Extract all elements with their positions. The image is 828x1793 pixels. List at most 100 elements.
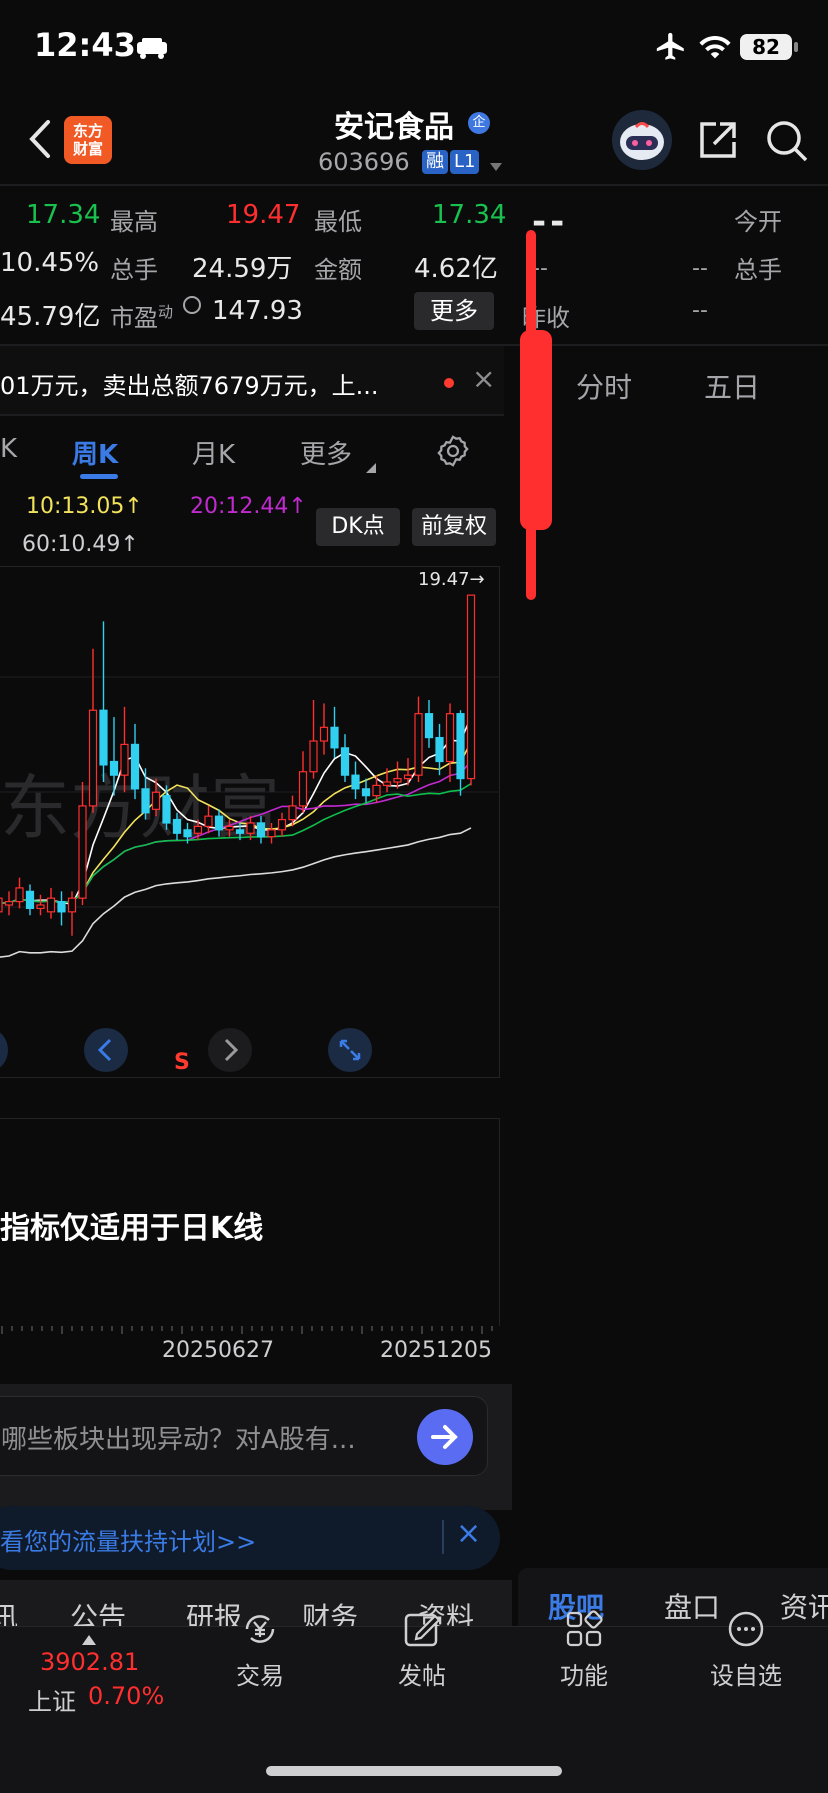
nav-trade[interactable]: 交易	[200, 1608, 320, 1691]
intraday-bar-body	[520, 330, 552, 530]
app-logo[interactable]: 东方 财富	[64, 116, 112, 164]
quote-high-label: 最高	[110, 208, 158, 236]
triangle-icon	[366, 458, 376, 477]
send-button[interactable]	[417, 1409, 473, 1465]
candle-body	[67, 897, 77, 913]
ticker-text: 01万元，卖出总额7679万元，上...	[0, 372, 379, 400]
index-up-caret	[82, 1630, 96, 1649]
tab-month-k[interactable]: 月K	[192, 434, 235, 471]
tab-intraday[interactable]: 分时	[576, 366, 632, 406]
ma60-label: 60:10.49↑	[22, 532, 139, 557]
candle-body	[466, 594, 476, 780]
promo-divider	[442, 1520, 444, 1554]
quote-low-label: 最低	[314, 208, 362, 236]
level-tag: L1	[450, 150, 480, 174]
yuan-icon	[239, 1608, 281, 1650]
price-adjust-button[interactable]: 前复权	[412, 508, 496, 546]
candle-body	[298, 771, 308, 807]
quote-mktcap-value: 45.79亿	[0, 302, 101, 332]
airplane-icon	[654, 30, 688, 64]
nav-post-label: 发帖	[398, 1662, 446, 1690]
ai-search-placeholder: 哪些板块出现异动？对A股有...	[1, 1425, 356, 1455]
search-icon[interactable]	[764, 118, 810, 164]
candle-body	[309, 740, 318, 773]
tab-week-k[interactable]: 周K	[72, 434, 118, 471]
candle-body	[120, 743, 129, 776]
candle-body	[141, 788, 150, 814]
index-widget[interactable]: 3902.81 上证 0.70%	[0, 1626, 200, 1736]
share-icon[interactable]	[696, 118, 740, 162]
battery-level: 82	[752, 35, 780, 59]
unread-dot	[444, 378, 454, 388]
right-dash-2: --	[692, 256, 708, 281]
quote-pe-value: 147.93	[212, 296, 303, 326]
candle-body	[382, 781, 392, 787]
candle-body	[256, 822, 266, 838]
edit-icon	[401, 1608, 443, 1650]
home-indicator	[266, 1766, 562, 1776]
more-button[interactable]: 更多	[414, 292, 494, 330]
candle-body	[330, 726, 339, 749]
candle-body	[340, 747, 350, 776]
chat-icon	[725, 1608, 767, 1650]
tab-k-partial[interactable]: K	[0, 434, 17, 464]
index-change: 0.70%	[88, 1682, 165, 1710]
candle-body	[0, 897, 3, 913]
wifi-icon	[698, 32, 732, 62]
candle-body	[172, 818, 182, 834]
candle-body	[235, 829, 245, 834]
promo-bar[interactable]: 看您的流量扶持计划>> ×	[0, 1506, 500, 1570]
car-icon	[134, 36, 170, 60]
nav-functions-label: 功能	[560, 1662, 608, 1690]
tab-more[interactable]: 更多	[300, 434, 352, 471]
candle-body	[424, 713, 434, 739]
info-icon[interactable]	[183, 296, 201, 314]
close-icon[interactable]: ×	[472, 362, 495, 395]
candle-body	[351, 774, 360, 790]
expand-icon[interactable]	[328, 1028, 372, 1072]
quote-amount-value: 4.62亿	[414, 254, 498, 284]
right-dash-3: --	[692, 298, 708, 323]
quote-low-value: 17.34	[432, 200, 507, 230]
candle-body	[162, 795, 171, 824]
stock-name[interactable]: 安记食品	[334, 102, 454, 146]
candle-body	[109, 760, 119, 776]
quote-volume-value: 24.59万	[192, 254, 293, 284]
margin-tag: 融	[422, 150, 448, 174]
settings-icon[interactable]	[436, 434, 470, 468]
ma20-label: 20:12.44↑	[190, 494, 307, 519]
quote-pe-label: 市盈动	[110, 303, 174, 332]
right-price-dash: --	[532, 202, 569, 242]
watermark: 东方财富	[0, 767, 280, 849]
kline-chart[interactable]: 东方财富 19.47→	[0, 566, 500, 1078]
promo-close-icon[interactable]: ×	[456, 1516, 481, 1551]
chart-next-button[interactable]	[208, 1028, 252, 1072]
ai-search-input[interactable]: 哪些板块出现异动？对A股有...	[0, 1396, 488, 1476]
chart-prev-button[interactable]	[84, 1028, 128, 1072]
logo-text: 东方 财富	[72, 122, 103, 158]
nav-functions[interactable]: 功能	[524, 1608, 644, 1691]
index-name: 上证	[28, 1688, 76, 1716]
candle-body	[46, 897, 56, 913]
candle-body	[183, 829, 192, 838]
nav-post[interactable]: 发帖	[362, 1608, 482, 1691]
battery-icon: 82	[740, 34, 792, 60]
chevron-down-icon[interactable]	[488, 158, 504, 177]
candle-body	[435, 736, 444, 763]
indicator-note: 指标仅适用于日K线	[0, 1211, 264, 1246]
candle-body	[4, 900, 14, 906]
candle-body	[403, 774, 413, 780]
quote-volume-label: 总手	[110, 256, 158, 284]
robot-avatar-icon[interactable]	[612, 110, 672, 170]
candle-body	[88, 709, 98, 807]
candle-body	[319, 726, 329, 742]
nav-add-watchlist-label: 设自选	[710, 1662, 782, 1690]
candle-body	[25, 890, 35, 910]
tab-five-day[interactable]: 五日	[704, 366, 760, 406]
dk-point-button[interactable]: DK点	[316, 508, 400, 546]
nav-add-watchlist[interactable]: 设自选	[686, 1608, 806, 1691]
candle-body	[246, 822, 255, 834]
back-button[interactable]	[24, 116, 54, 162]
promo-text: 看您的流量扶持计划>>	[0, 1528, 257, 1556]
news-ticker[interactable]: 01万元，卖出总额7679万元，上... ×	[0, 346, 504, 414]
